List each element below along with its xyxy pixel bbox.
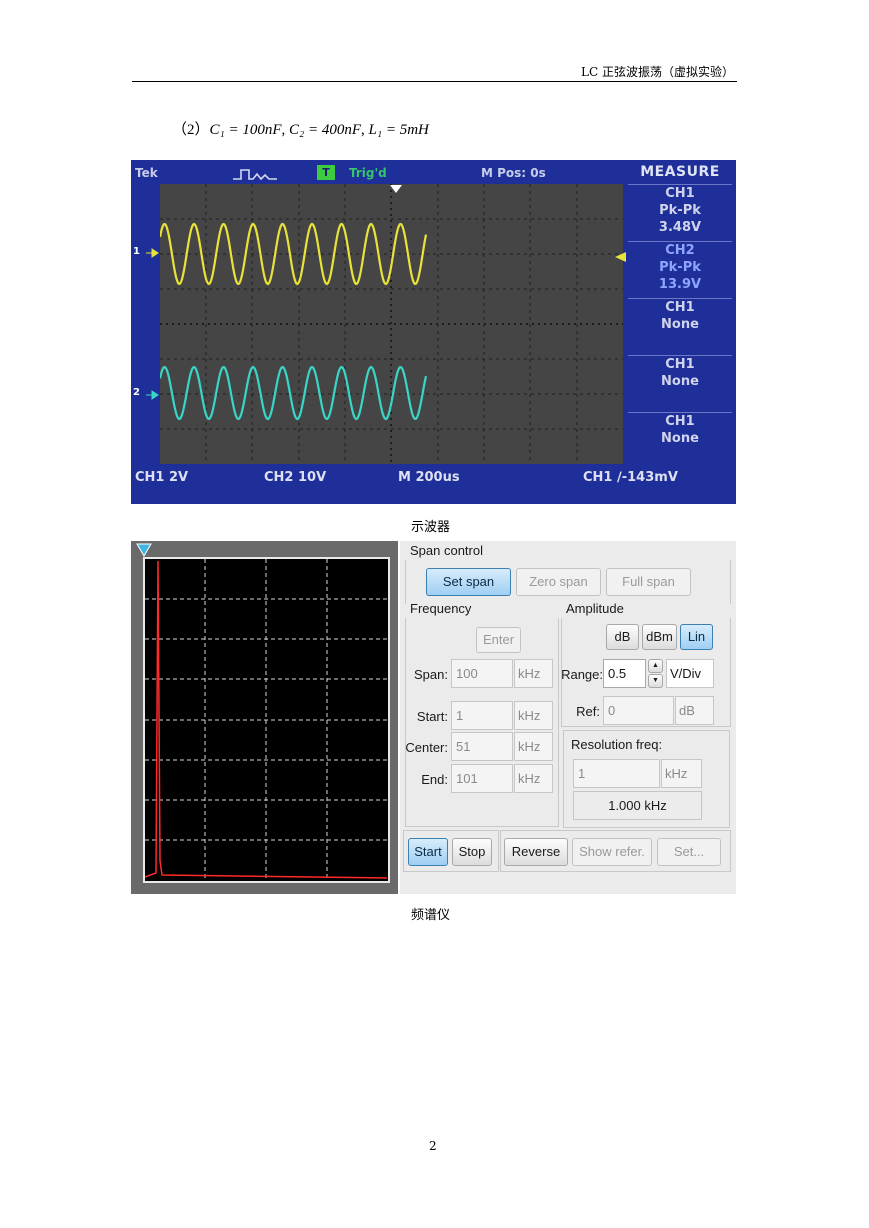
- start-label: Start:: [416, 709, 448, 724]
- measure-type: None: [661, 374, 699, 389]
- scope-screen: [158, 184, 623, 464]
- amplitude-title: Amplitude: [566, 601, 624, 616]
- formula-c2: C₂ = 400nF: [289, 122, 362, 138]
- measure-type: Pk-Pk: [659, 260, 701, 275]
- ref-input[interactable]: 0: [603, 696, 674, 725]
- measure-channel: CH1: [665, 357, 695, 372]
- range-label: Range:: [561, 667, 603, 682]
- formula-l1: L₁ = 5mH: [368, 122, 429, 138]
- chevron-up-icon: ▲: [652, 662, 659, 669]
- frequency-title: Frequency: [410, 601, 472, 616]
- range-down-button[interactable]: ▼: [648, 674, 663, 688]
- timebase-readout: M 200us: [398, 470, 460, 485]
- start-unit: kHz: [514, 701, 553, 730]
- resolution-input[interactable]: 1: [573, 759, 660, 788]
- spectrum-screen: [143, 557, 390, 883]
- chevron-down-icon: ▼: [652, 677, 659, 684]
- measure-title: MEASURE: [640, 164, 720, 180]
- oscilloscope-screenshot: Tek T Trig'd M Pos: 0s 1 2 MEASURE CH1 P…: [131, 160, 736, 504]
- page-number: 2: [429, 1139, 437, 1153]
- ch1-marker: 1: [133, 246, 140, 257]
- trigger-status: Trig'd: [349, 166, 387, 180]
- measure-panel: MEASURE CH1 Pk-Pk 3.48V CH2 Pk-Pk 13.9V …: [628, 164, 732, 466]
- spectrum-screenshot: [131, 541, 398, 894]
- measure-channel: CH1: [665, 186, 695, 201]
- span-input[interactable]: 100: [451, 659, 513, 688]
- ch1-scale: CH1 2V: [135, 470, 189, 485]
- measure-type: None: [661, 317, 699, 332]
- zero-span-button[interactable]: Zero span: [516, 568, 601, 596]
- reverse-button[interactable]: Reverse: [504, 838, 568, 866]
- ch2-scale: CH2 10V: [264, 470, 327, 485]
- show-refer-button[interactable]: Show refer.: [572, 838, 652, 866]
- scope-brand: Tek: [135, 166, 158, 180]
- measure-value: 3.48V: [658, 220, 702, 235]
- spectrum-plot: [144, 559, 388, 881]
- acquisition-icon: [233, 169, 277, 181]
- ref-unit: dB: [675, 696, 714, 725]
- start-button[interactable]: Start: [408, 838, 448, 866]
- resolution-title: Resolution freq:: [571, 737, 663, 752]
- ch1-arrow-icon: [146, 248, 159, 258]
- trigger-level-readout: CH1 ∕-143mV: [583, 470, 678, 485]
- full-span-button[interactable]: Full span: [606, 568, 691, 596]
- dbm-button[interactable]: dBm: [642, 624, 677, 650]
- ref-label: Ref:: [576, 704, 600, 719]
- center-unit: kHz: [514, 732, 553, 761]
- ch2-arrow-icon: [146, 390, 159, 400]
- measure-channel: CH1: [665, 300, 695, 315]
- header-rule: [132, 81, 737, 82]
- range-input[interactable]: 0.5: [603, 659, 646, 688]
- trigger-level-icon: [615, 252, 626, 262]
- measure-cell-1: CH1 Pk-Pk 3.48V: [628, 184, 732, 236]
- parameter-formula: （2）C₁ = 100nF, C₂ = 400nF, L₁ = 5mH: [172, 122, 429, 138]
- end-input[interactable]: 101: [451, 764, 513, 793]
- formula-c1: C₁ = 100nF: [209, 122, 282, 138]
- measure-channel: CH2: [665, 243, 695, 258]
- end-unit: kHz: [514, 764, 553, 793]
- measure-cell-4: CH1 None: [628, 355, 732, 390]
- measure-cell-3: CH1 None: [628, 298, 732, 333]
- oscilloscope-caption: 示波器: [411, 520, 451, 535]
- scope-graticule: [158, 184, 623, 464]
- formula-index: （2）: [172, 122, 210, 138]
- ch2-marker: 2: [133, 387, 140, 398]
- center-label: Center:: [405, 740, 448, 755]
- measure-channel: CH1: [665, 414, 695, 429]
- center-input[interactable]: 51: [451, 732, 513, 761]
- span-unit: kHz: [514, 659, 553, 688]
- stop-button[interactable]: Stop: [452, 838, 492, 866]
- enter-button[interactable]: Enter: [476, 627, 521, 653]
- ch2-waveform: [158, 365, 428, 421]
- marker-icon[interactable]: [136, 543, 152, 557]
- end-label: End:: [421, 772, 448, 787]
- spectrum-caption: 频谱仪: [411, 908, 451, 923]
- span-label: Span:: [414, 667, 448, 682]
- m-pos-readout: M Pos: 0s: [481, 166, 546, 180]
- measure-cell-5: CH1 None: [628, 412, 732, 447]
- span-control-title: Span control: [410, 543, 483, 558]
- measure-type: None: [661, 431, 699, 446]
- measure-cell-2: CH2 Pk-Pk 13.9V: [628, 241, 732, 293]
- measure-type: Pk-Pk: [659, 203, 701, 218]
- trigger-position-icon: [390, 185, 402, 193]
- start-input[interactable]: 1: [451, 701, 513, 730]
- range-up-button[interactable]: ▲: [648, 659, 663, 673]
- resolution-readout: 1.000 kHz: [573, 791, 702, 820]
- spectrum-control-panel: Span control Set span Zero span Full spa…: [400, 541, 736, 894]
- measure-value: 13.9V: [658, 277, 702, 292]
- range-unit: V/Div: [666, 659, 714, 688]
- resolution-unit: kHz: [661, 759, 702, 788]
- set-span-button[interactable]: Set span: [426, 568, 511, 596]
- lin-button[interactable]: Lin: [680, 624, 713, 650]
- set-button[interactable]: Set...: [657, 838, 721, 866]
- trigger-icon: T: [317, 165, 335, 180]
- page-header-title: LC 正弦波振荡（虚拟实验）: [581, 65, 734, 79]
- db-button[interactable]: dB: [606, 624, 639, 650]
